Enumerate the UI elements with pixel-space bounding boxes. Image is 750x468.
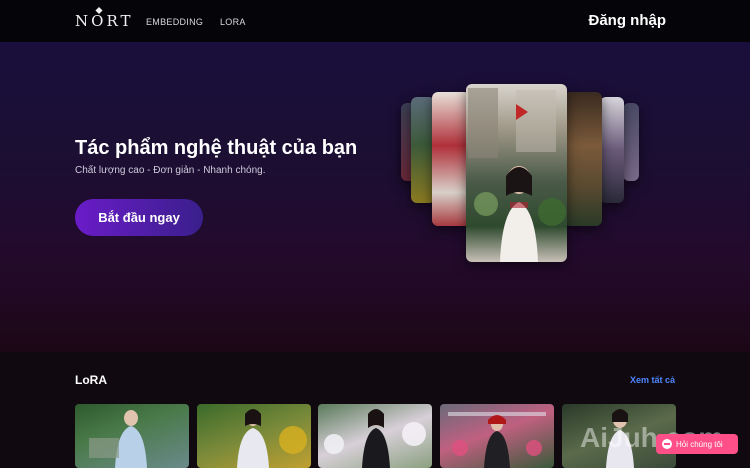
lora-card-image [237,409,307,468]
chat-button-label: Hỏi chúng tôi [676,439,723,449]
start-now-button[interactable]: Bắt đầu ngay [75,199,203,236]
hero-title: Tác phẩm nghệ thuật của bạn [75,137,358,159]
lora-card-image [89,410,147,468]
hero-section [0,42,750,352]
hero-subtitle: Chất lượng cao - Đơn giản - Nhanh chóng. [75,165,266,176]
lora-section-title: LoRA [75,373,107,387]
lora-card[interactable] [197,404,311,468]
hero-card-left-2 [432,92,470,226]
hero-card-center [466,84,567,262]
hero-card-right-3 [600,97,624,203]
nav-embedding[interactable]: EMBEDDING [146,17,203,27]
messenger-icon [662,439,672,449]
hero-card-right-2 [564,92,602,226]
lora-card-image [448,412,546,468]
hero-card-right-4 [623,103,639,181]
portrait-illustration [468,88,566,262]
lora-card[interactable] [75,404,189,468]
chat-button[interactable]: Hỏi chúng tôi [656,434,738,454]
login-button[interactable]: Đăng nhập [589,12,667,29]
nav-lora[interactable]: LORA [220,17,246,27]
site-logo[interactable]: NORT [75,12,133,30]
lora-card-image [324,409,426,468]
top-navbar: NORT EMBEDDING LORA Đăng nhập [0,0,750,42]
lora-card[interactable] [440,404,554,468]
see-all-link[interactable]: Xem tất cả [630,375,675,385]
lora-card[interactable] [318,404,432,468]
